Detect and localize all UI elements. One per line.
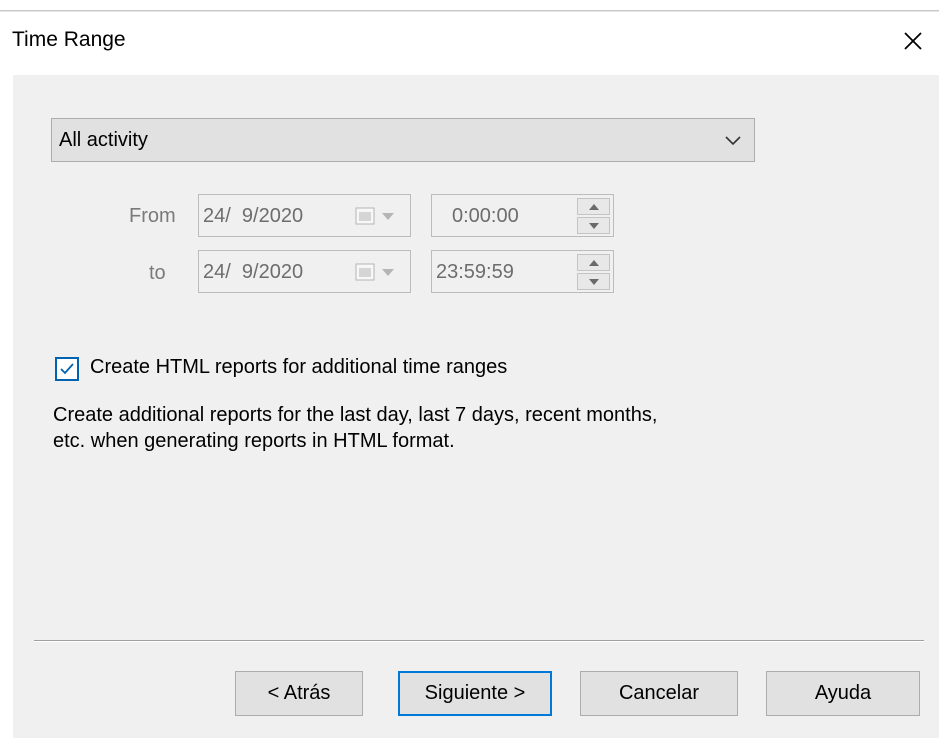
to-time-spinner xyxy=(577,254,610,290)
date-dropdown-arrow-icon xyxy=(382,269,394,276)
window-top-edge-shadow xyxy=(0,11,939,12)
close-button[interactable] xyxy=(898,26,928,56)
spin-down-icon xyxy=(577,273,610,290)
back-button[interactable]: < Atrás xyxy=(235,671,363,716)
to-time-value: 23:59:59 xyxy=(436,261,514,283)
cancel-button[interactable]: Cancelar xyxy=(580,671,738,716)
from-time-picker: 0:00:00 xyxy=(431,194,614,237)
time-range-selected-value: All activity xyxy=(59,129,148,151)
to-time-picker: 23:59:59 xyxy=(431,250,614,293)
html-reports-description: Create additional reports for the last d… xyxy=(53,402,813,454)
spin-down-icon xyxy=(577,217,610,234)
html-reports-checkbox[interactable] xyxy=(55,357,79,381)
spin-up-icon xyxy=(577,254,610,271)
from-time-value: 0:00:00 xyxy=(452,205,519,227)
description-line: Create additional reports for the last d… xyxy=(53,404,658,426)
footer-divider-highlight xyxy=(34,641,924,642)
from-date-value: 24/ 9/2020 xyxy=(203,205,304,227)
chevron-down-icon xyxy=(725,136,741,146)
close-icon xyxy=(904,32,922,50)
help-button[interactable]: Ayuda xyxy=(766,671,920,716)
description-line: etc. when generating reports in HTML for… xyxy=(53,430,455,452)
calendar-icon xyxy=(355,263,375,281)
to-date-picker: 24/ 9/2020 xyxy=(198,250,411,293)
from-date-picker: 24/ 9/2020 xyxy=(198,194,411,237)
time-range-select[interactable]: All activity xyxy=(51,118,755,162)
from-time-spinner xyxy=(577,198,610,234)
dialog-title: Time Range xyxy=(12,28,126,51)
calendar-icon xyxy=(355,207,375,225)
to-label: to xyxy=(149,262,166,284)
to-date-value: 24/ 9/2020 xyxy=(203,261,304,283)
from-label: From xyxy=(129,205,176,227)
next-button[interactable]: Siguiente > xyxy=(398,671,552,716)
spin-up-icon xyxy=(577,198,610,215)
date-dropdown-arrow-icon xyxy=(382,213,394,220)
html-reports-checkbox-label[interactable]: Create HTML reports for additional time … xyxy=(90,356,507,379)
checkmark-icon xyxy=(60,363,74,375)
